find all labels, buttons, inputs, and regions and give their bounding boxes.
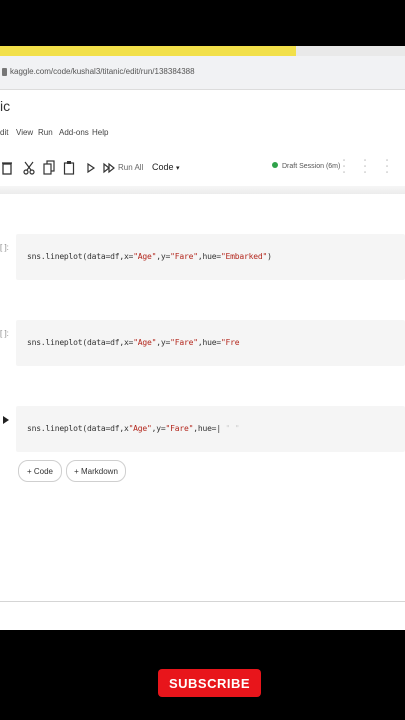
tab-strip: [296, 46, 405, 56]
cell-prompt: [ ]:: [0, 243, 9, 252]
run-cell-icon[interactable]: [3, 416, 9, 424]
session-status-icon: [272, 162, 278, 168]
code-cell[interactable]: sns.lineplot(data=df,x="Age",y="Fare",hu…: [16, 320, 405, 366]
gpu-meter-icon: ▫ ▫ ▫: [386, 158, 389, 176]
add-code-button[interactable]: + Code: [18, 460, 62, 482]
code-line: sns.lineplot(data=df,x"Age",y="Fare",hue…: [27, 424, 240, 433]
session-status[interactable]: Draft Session (6m): [282, 163, 340, 170]
address-bar[interactable]: kaggle.com/code/kushal3/titanic/edit/run…: [0, 56, 405, 90]
run-all-label[interactable]: Run All: [118, 163, 143, 172]
run-cell-icon[interactable]: [86, 160, 96, 176]
cell-prompt: [ ]:: [0, 329, 9, 338]
chevron-down-icon: ▾: [176, 165, 180, 172]
code-line: sns.lineplot(data=df,x="Age",y="Fare",hu…: [27, 338, 240, 347]
code-cell[interactable]: sns.lineplot(data=df,x="Age",y="Fare",hu…: [16, 234, 405, 280]
cut-icon[interactable]: [23, 160, 35, 176]
cell-type-select[interactable]: Code ▾: [152, 162, 180, 172]
resource-meter-icon: ▫ ▫ ▫: [343, 158, 346, 176]
paste-icon[interactable]: [63, 160, 75, 176]
menu-item-help[interactable]: Help: [92, 128, 108, 137]
cpu-meter-icon: ▫ ▫ ▫: [364, 158, 367, 176]
active-code-cell[interactable]: sns.lineplot(data=df,x"Age",y="Fare",hue…: [16, 406, 405, 452]
cell-output-edge: [0, 186, 405, 194]
delete-icon[interactable]: [1, 160, 13, 176]
video-top-bar: [0, 0, 405, 46]
menu-item-run[interactable]: Run: [38, 128, 53, 137]
copy-icon[interactable]: [43, 160, 55, 176]
menu-item-view[interactable]: View: [16, 128, 33, 137]
run-all-icon[interactable]: [103, 160, 116, 176]
subscribe-button[interactable]: SUBSCRIBE: [158, 669, 261, 697]
kaggle-notebook-screen: kaggle.com/code/kushal3/titanic/edit/run…: [0, 56, 405, 630]
url-text: kaggle.com/code/kushal3/titanic/edit/run…: [10, 67, 195, 76]
menu-item-edit[interactable]: dit: [0, 128, 8, 137]
code-line: sns.lineplot(data=df,x="Age",y="Fare",hu…: [27, 252, 272, 261]
page-divider: [0, 601, 405, 602]
add-markdown-button[interactable]: + Markdown: [66, 460, 126, 482]
menu-item-addons[interactable]: Add-ons: [59, 128, 89, 137]
progress-highlight: [0, 46, 296, 56]
cell-type-value: Code: [152, 162, 174, 172]
notebook-title[interactable]: ic: [0, 98, 10, 114]
lock-icon: [2, 68, 7, 76]
